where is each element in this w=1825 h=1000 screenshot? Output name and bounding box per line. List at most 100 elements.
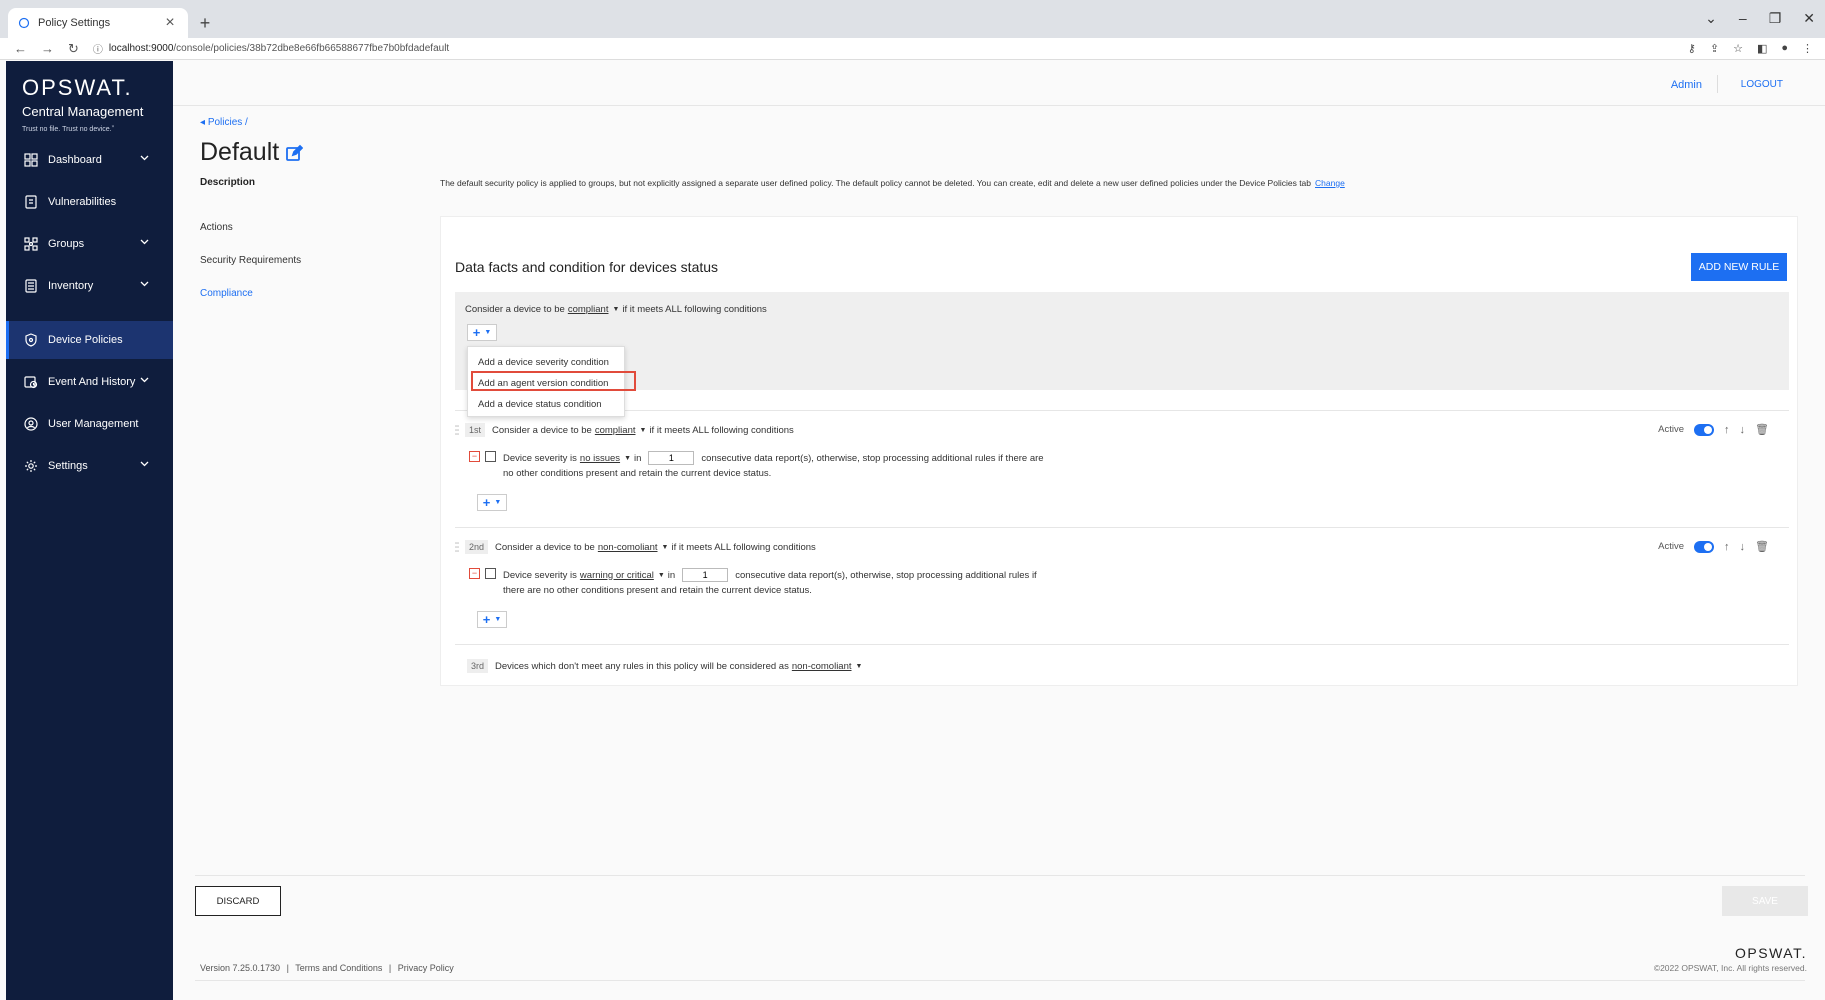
page-title: Default (200, 138, 304, 167)
condition-text-cont: no other conditions present and retain t… (503, 468, 772, 479)
star-icon[interactable]: ☆ (1733, 42, 1743, 55)
add-condition-button[interactable]: + ▼ (477, 494, 507, 511)
breadcrumb-policies[interactable]: Policies / (208, 117, 248, 128)
remove-condition-icon[interactable]: − (469, 451, 480, 462)
loading-icon (18, 17, 30, 29)
condition-checkbox[interactable] (485, 451, 496, 462)
info-icon: ⓘ (92, 45, 103, 56)
plus-icon: + (472, 325, 481, 340)
divider (195, 875, 1805, 876)
admin-link[interactable]: Admin (1671, 79, 1702, 91)
caret-down-icon[interactable]: ▼ (612, 306, 619, 313)
address-bar[interactable]: ⓘ localhost:9000/console/policies/38b72d… (93, 41, 449, 56)
edit-icon[interactable] (285, 144, 304, 162)
menu-item-agent-version[interactable]: Add an agent version condition (478, 378, 608, 389)
move-down-icon[interactable]: ↓ (1740, 541, 1746, 553)
minimize-icon[interactable]: – (1739, 10, 1747, 27)
drag-handle-icon[interactable] (455, 424, 459, 436)
severity-select[interactable]: no issues (580, 453, 620, 464)
rule-row: 1st Consider a device to be compliant ▼ … (455, 410, 1789, 527)
add-new-rule-button[interactable]: ADD NEW RULE (1691, 253, 1787, 281)
sidebar-item-vulnerabilities[interactable]: Vulnerabilities (6, 183, 173, 221)
add-condition-button[interactable]: + ▼ (467, 324, 497, 341)
move-down-icon[interactable]: ↓ (1740, 424, 1746, 436)
active-toggle[interactable] (1694, 423, 1715, 436)
browser-toolbar: ← → ↻ ⓘ localhost:9000/console/policies/… (0, 38, 1825, 60)
rule-header: 2nd Consider a device to be non-comolian… (465, 540, 816, 554)
sidebar-item-device-policies[interactable]: Device Policies (6, 321, 173, 359)
caret-down-icon[interactable]: ▼ (640, 427, 647, 434)
caret-down-icon[interactable]: ▼ (856, 663, 863, 670)
draft-rule-header: Consider a device to be compliant ▼ if i… (465, 304, 767, 315)
key-icon[interactable]: ⚷ (1688, 42, 1696, 55)
menu-item-device-status[interactable]: Add a device status condition (478, 399, 602, 410)
sidebar-item-label: Dashboard (48, 154, 102, 166)
active-label: Active (1658, 541, 1685, 552)
condition-checkbox[interactable] (485, 568, 496, 579)
history-icon (24, 375, 48, 389)
section-actions[interactable]: Actions (200, 222, 233, 233)
new-rule-draft: Consider a device to be compliant ▼ if i… (455, 292, 1789, 390)
draft-status-select[interactable]: compliant (568, 304, 609, 315)
move-up-icon[interactable]: ↑ (1724, 424, 1730, 436)
restore-icon[interactable]: ❐ (1769, 10, 1782, 27)
back-icon[interactable]: ← (14, 41, 27, 56)
report-count-input[interactable] (648, 451, 695, 465)
caret-down-icon[interactable]: ▼ (662, 544, 669, 551)
section-compliance[interactable]: Compliance (200, 288, 253, 299)
rule-status-select[interactable]: compliant (595, 425, 636, 436)
logout-link[interactable]: LOGOUT (1741, 79, 1783, 90)
fallback-status-select[interactable]: non-comoliant (792, 661, 852, 672)
share-icon[interactable]: ⇪ (1710, 42, 1719, 55)
sidebar-item-user-management[interactable]: User Management (6, 405, 173, 443)
drag-handle-icon[interactable] (455, 541, 459, 553)
report-count-input[interactable] (682, 568, 729, 582)
privacy-link[interactable]: Privacy Policy (398, 963, 454, 973)
caret-down-icon[interactable]: ▼ (624, 455, 631, 462)
rule-prefix: Consider a device to be (492, 424, 592, 436)
delete-icon[interactable]: 🗑 (1755, 540, 1769, 553)
sidebar-item-inventory[interactable]: Inventory (6, 267, 173, 305)
change-link[interactable]: Change (1315, 178, 1345, 188)
plus-icon: + (482, 495, 491, 510)
move-up-icon[interactable]: ↑ (1724, 541, 1730, 553)
section-security-requirements[interactable]: Security Requirements (200, 255, 301, 266)
header-divider (1717, 75, 1718, 93)
sidebar-item-settings[interactable]: Settings (6, 447, 173, 485)
profile-icon[interactable]: ● (1781, 42, 1788, 55)
reload-icon[interactable]: ↻ (68, 41, 79, 57)
breadcrumb[interactable]: ◂ Policies / (200, 117, 248, 128)
tab-close-icon[interactable]: × (162, 14, 178, 32)
menu-icon[interactable]: ⋮ (1802, 42, 1813, 55)
vulnerabilities-icon (24, 195, 48, 209)
condition-prefix: Device severity is (503, 569, 577, 581)
new-tab-icon[interactable]: + (195, 13, 215, 34)
forward-icon[interactable]: → (41, 41, 54, 56)
sidebar-item-event-and-history[interactable]: Event And History (6, 363, 173, 401)
save-button[interactable]: SAVE (1722, 886, 1808, 916)
delete-icon[interactable]: 🗑 (1755, 423, 1769, 436)
rule-suffix: if it meets ALL following conditions (671, 541, 816, 553)
browser-tab[interactable]: Policy Settings × (8, 8, 188, 38)
tab-search-icon[interactable]: ⌄ (1705, 10, 1717, 27)
active-toggle[interactable] (1694, 540, 1715, 553)
severity-select[interactable]: warning or critical (580, 570, 654, 581)
sidebar-item-dashboard[interactable]: Dashboard (6, 141, 173, 179)
discard-button[interactable]: DISCARD (195, 886, 281, 916)
close-window-icon[interactable]: ✕ (1803, 10, 1815, 27)
rule-status-select[interactable]: non-comoliant (598, 542, 658, 553)
menu-item-device-severity[interactable]: Add a device severity condition (478, 357, 609, 368)
terms-link[interactable]: Terms and Conditions (295, 963, 382, 973)
sidebar-item-groups[interactable]: Groups (6, 225, 173, 263)
rule-condition: − Device severity is warning or critical… (469, 568, 1037, 596)
url-path: /console/policies/38b72dbe8e66fb66588677… (173, 43, 450, 54)
sidepanel-icon[interactable]: ◧ (1757, 42, 1767, 55)
remove-condition-icon[interactable]: − (469, 568, 480, 579)
caret-down-icon[interactable]: ▼ (658, 572, 665, 579)
window-controls: ⌄ – ❐ ✕ (1705, 10, 1815, 27)
add-condition-button[interactable]: + ▼ (477, 611, 507, 628)
gear-icon (24, 459, 48, 473)
fallback-text: Devices which don't meet any rules in th… (495, 660, 789, 672)
opswat-logo: OPSWAT. (22, 75, 133, 100)
page-title-text: Default (200, 138, 280, 166)
